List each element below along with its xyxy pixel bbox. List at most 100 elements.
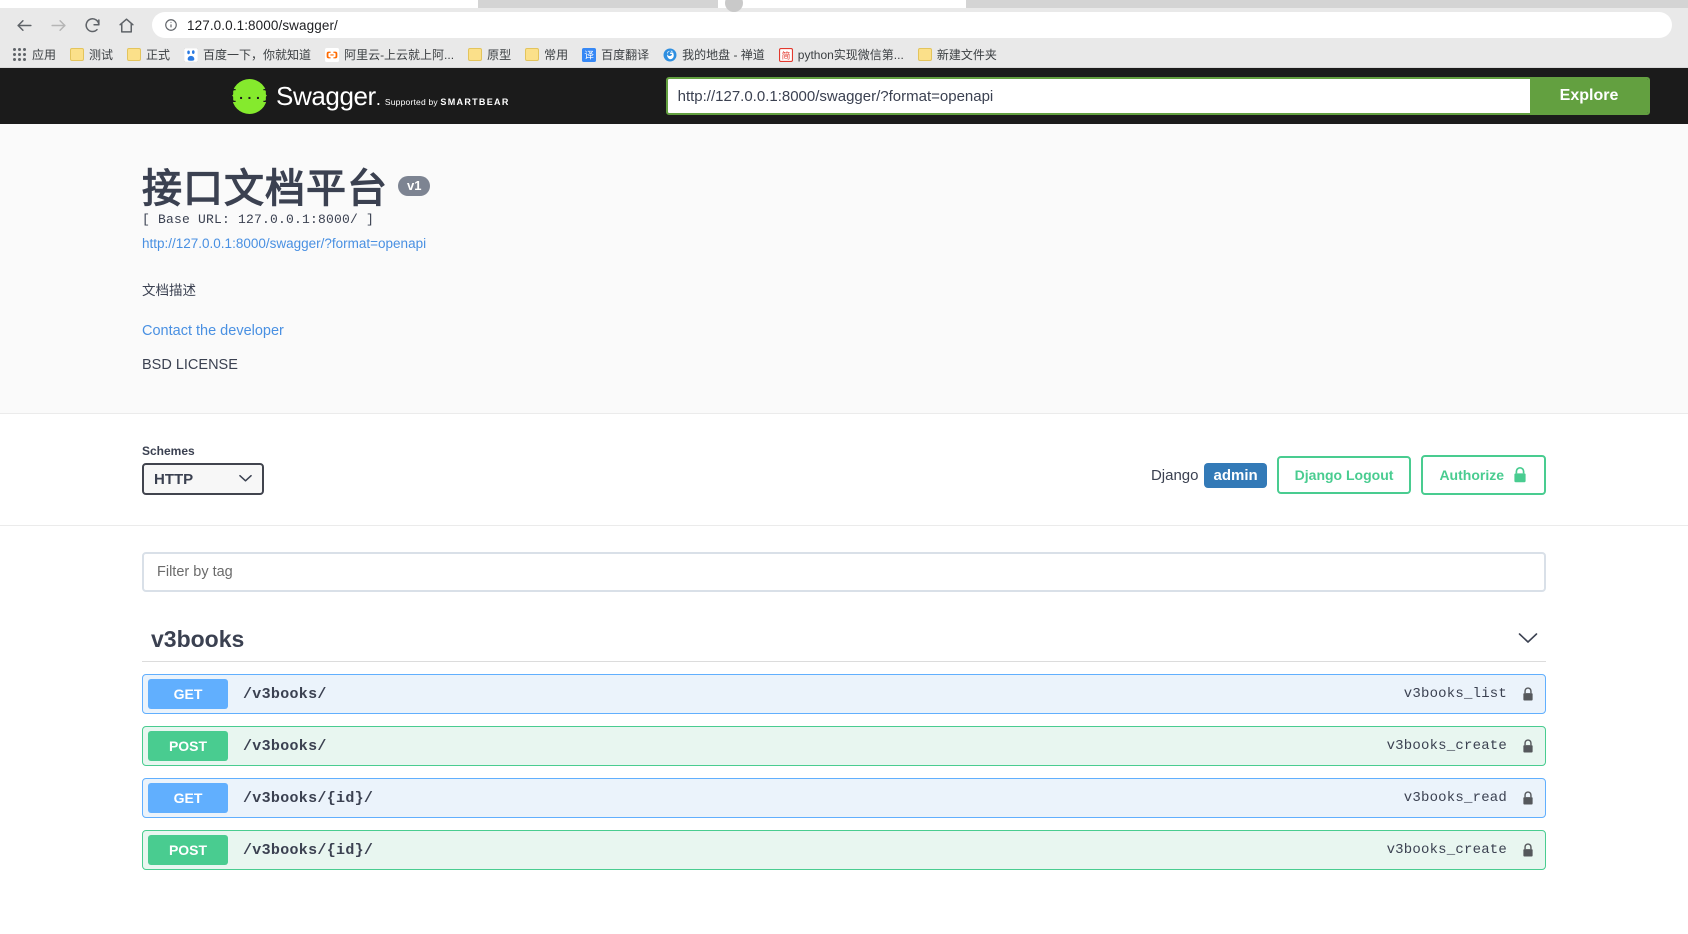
spec-url-input[interactable] [667,79,1530,113]
browser-tab-active[interactable] [0,0,478,8]
bookmarks-bar: 应用 测试 正式 百度一下，你就知道 阿里云-上云就上阿... 原型 常用 译 … [0,42,1688,68]
operations-section: v3books GET /v3books/ v3books_list POST … [0,526,1688,870]
bookmark-label: 应用 [32,48,57,62]
lock-icon [1514,466,1526,483]
operation-summary: v3books_read [1403,790,1507,806]
folder-icon [525,48,540,61]
django-logout-button[interactable]: Django Logout [1276,456,1412,494]
operation-summary: v3books_create [1386,842,1507,858]
operation-row[interactable]: GET /v3books/ v3books_list [142,674,1546,714]
contact-developer-link[interactable]: Contact the developer [142,323,1546,339]
django-logout-label: Django Logout [1294,467,1394,483]
operation-summary: v3books_create [1386,738,1507,754]
authorize-button[interactable]: Authorize [1421,455,1546,495]
operation-summary: v3books_list [1403,686,1507,702]
lock-icon[interactable] [1521,686,1535,703]
api-title-row: 接口文档平台 v1 [142,168,1546,210]
django-user: Django admin [1150,462,1267,488]
spec-url-link[interactable]: http://127.0.0.1:8000/swagger/?format=op… [142,236,1546,251]
bookmark-apps[interactable]: 应用 [6,44,63,65]
zentao-icon [663,48,677,61]
aliyun-icon [325,47,340,62]
base-url: [ Base URL: 127.0.0.1:8000/ ] [142,212,375,227]
api-info-section: 接口文档平台 v1 [ Base URL: 127.0.0.1:8000/ ] … [0,124,1688,414]
swagger-logo[interactable]: {...} Swagger. Supported by SMARTBEAR [229,78,510,114]
schemes-selected-value: HTTP [154,470,194,488]
bookmark-ceshi[interactable]: 测试 [63,44,120,65]
folder-icon [917,48,932,61]
operation-path: /v3books/{id}/ [243,841,374,859]
tag-name: v3books [151,626,245,652]
auth-wrapper: Django admin Django Logout Authorize [1151,455,1546,495]
filter-by-tag-input[interactable] [142,552,1546,592]
baidu-icon [184,47,199,62]
bookmark-label: 百度一下，你就知道 [203,48,312,62]
svg-text:译: 译 [584,50,594,61]
bookmark-zhengshi[interactable]: 正式 [120,44,177,65]
schemes-block: Schemes HTTP [142,444,264,495]
swagger-wordmark: Swagger [276,81,376,111]
bookmark-label: 我的地盘 - 禅道 [682,48,765,62]
apps-grid-icon [13,47,27,62]
http-method-badge: GET [148,783,228,813]
lock-icon[interactable] [1521,738,1535,755]
schemes-select[interactable]: HTTP [142,463,264,495]
operation-path: /v3books/ [243,737,327,755]
bookmark-aliyun[interactable]: 阿里云-上云就上阿... [318,44,461,65]
reload-button[interactable] [76,11,108,39]
fanyi-icon: 译 [582,47,597,62]
address-bar[interactable]: 127.0.0.1:8000/swagger/ [152,12,1672,38]
django-username: admin [1204,462,1267,488]
bookmark-new-folder[interactable]: 新建文件夹 [911,44,1004,65]
home-button[interactable] [110,11,142,39]
bookmark-baidu[interactable]: 百度一下，你就知道 [177,44,318,65]
browser-tab-secondary[interactable] [718,0,966,8]
lock-icon[interactable] [1521,842,1535,859]
spec-url-form: Explore [665,77,1650,115]
lock-icon[interactable] [1521,790,1535,807]
operation-path: /v3books/{id}/ [243,789,374,807]
explore-button[interactable]: Explore [1530,79,1648,113]
operation-row[interactable]: GET /v3books/{id}/ v3books_read [142,778,1546,818]
folder-icon [127,48,142,61]
operation-path: /v3books/ [243,685,327,703]
schemes-auth-section: Schemes HTTP Django admin Django Logout [0,414,1688,526]
bookmark-label: python实现微信第... [797,48,904,62]
bookmark-label: 正式 [146,48,171,62]
swagger-logo-text: Swagger. Supported by SMARTBEAR [276,83,510,109]
operation-row[interactable]: POST /v3books/ v3books_create [142,726,1546,766]
operation-row[interactable]: POST /v3books/{id}/ v3books_create [142,830,1546,870]
api-description: 文档描述 [142,283,196,298]
http-method-badge: GET [148,679,228,709]
chevron-down-icon[interactable] [1518,631,1538,648]
bookmark-python-wechat[interactable]: 简 python实现微信第... [772,44,911,65]
license-label: BSD LICENSE [142,357,238,373]
tab-strip [0,0,1688,12]
address-bar-url: 127.0.0.1:8000/swagger/ [187,17,338,33]
schemes-label: Schemes [142,444,195,458]
bookmark-label: 原型 [487,48,512,62]
http-method-badge: POST [148,731,228,761]
browser-chrome: 127.0.0.1:8000/swagger/ 应用 测试 正式 百度一下，你就… [0,0,1688,68]
bookmark-label: 百度翻译 [601,48,650,62]
bookmark-baidu-fanyi[interactable]: 译 百度翻译 [575,44,656,65]
forward-button[interactable] [42,11,74,39]
bookmark-label: 常用 [544,48,569,62]
tag-header-v3books[interactable]: v3books [142,626,1546,662]
swagger-topbar: {...} Swagger. Supported by SMARTBEAR Ex… [0,68,1688,124]
authorize-label: Authorize [1439,467,1504,483]
info-circle-icon[interactable] [164,18,178,32]
smartbear-label: SMARTBEAR [440,97,510,107]
swagger-brace-icon: {...} [229,78,271,114]
navigation-toolbar: 127.0.0.1:8000/swagger/ [0,8,1688,42]
back-button[interactable] [8,11,40,39]
svg-text:简: 简 [781,49,790,61]
bookmark-label: 阿里云-上云就上阿... [344,48,455,62]
django-label: Django [1150,466,1199,484]
supported-by-label: Supported by [384,97,438,107]
bookmark-zentao[interactable]: 我的地盘 - 禅道 [656,44,772,65]
bookmark-label: 测试 [89,48,114,62]
jian-icon: 简 [778,47,793,62]
bookmark-yuanxing[interactable]: 原型 [461,44,518,65]
bookmark-changyong[interactable]: 常用 [518,44,575,65]
